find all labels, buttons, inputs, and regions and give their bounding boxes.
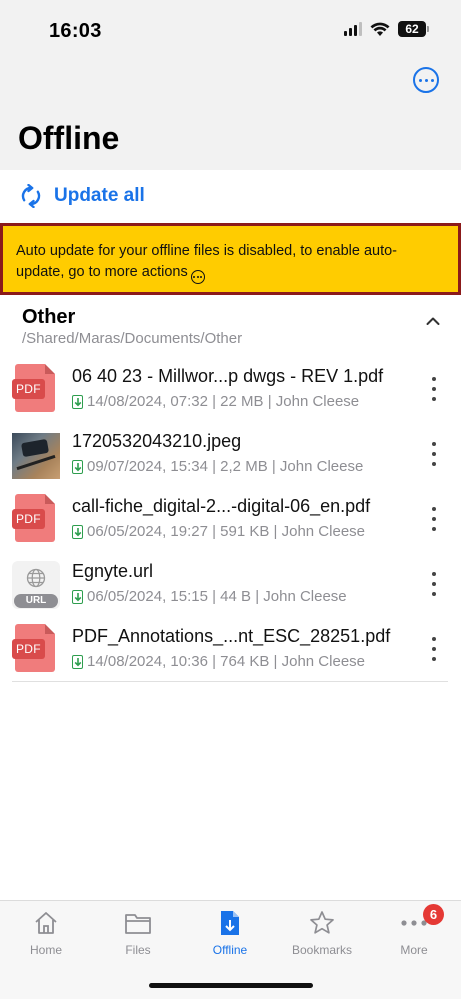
pdf-file-icon: PDF (12, 494, 60, 542)
tab-home[interactable]: Home (6, 909, 86, 957)
file-options-button[interactable] (429, 507, 439, 531)
file-row[interactable]: URL Egnyte.url 06/05/2024, 15:15 | 44 B … (12, 553, 461, 618)
folder-icon (125, 914, 151, 934)
downloaded-icon (72, 459, 83, 474)
offline-file-icon (221, 911, 239, 935)
file-name: call-fiche_digital-2...-digital-06_en.pd… (72, 496, 371, 516)
file-options-button[interactable] (429, 442, 439, 466)
notification-badge: 6 (423, 904, 444, 925)
tab-offline-label: Offline (212, 943, 248, 957)
file-options-button[interactable] (429, 377, 439, 401)
status-time: 16:03 (49, 20, 102, 42)
file-row[interactable]: PDF 06 40 23 - Millwor...p dwgs - REV 1.… (12, 358, 461, 423)
header-area: 16:03 62 Offline (0, 0, 461, 170)
signal-icon (344, 22, 362, 36)
auto-update-banner: Auto update for your offline files is di… (0, 223, 461, 295)
tab-more-label: More (400, 943, 428, 957)
tab-home-label: Home (29, 943, 62, 957)
tab-bookmarks[interactable]: Bookmarks (282, 909, 362, 957)
page-title: Offline (18, 120, 120, 156)
file-row[interactable]: 1720532043210.jpeg 09/07/2024, 15:34 | 2… (12, 423, 461, 488)
banner-text: Auto update for your offline files is di… (16, 243, 398, 280)
file-row[interactable]: PDF PDF_Annotations_...nt_ESC_28251.pdf … (12, 618, 461, 683)
file-name: PDF_Annotations_...nt_ESC_28251.pdf (72, 626, 391, 646)
file-meta: 06/05/2024, 15:15 | 44 B | John Cleese (72, 588, 347, 605)
file-name: Egnyte.url (72, 561, 154, 581)
chevron-up-icon[interactable] (426, 316, 440, 326)
image-thumbnail (12, 429, 60, 479)
file-options-button[interactable] (429, 572, 439, 596)
downloaded-icon (72, 654, 83, 669)
pdf-file-icon: PDF (12, 624, 60, 672)
update-all-button[interactable]: Update all (0, 170, 461, 222)
status-bar: 16:03 62 (0, 0, 461, 56)
downloaded-icon (72, 589, 83, 604)
refresh-icon (21, 184, 41, 208)
section-title: Other (22, 306, 76, 328)
list-divider (12, 681, 448, 682)
downloaded-icon (72, 524, 83, 539)
file-list: PDF 06 40 23 - Millwor...p dwgs - REV 1.… (12, 358, 461, 683)
file-name: 1720532043210.jpeg (72, 431, 242, 451)
home-icon (35, 912, 57, 934)
tab-bookmarks-label: Bookmarks (291, 943, 353, 957)
file-meta: 06/05/2024, 19:27 | 591 KB | John Cleese (72, 523, 365, 540)
home-indicator (149, 983, 313, 988)
tab-offline[interactable]: Offline (190, 909, 270, 957)
more-actions-button[interactable] (413, 67, 439, 93)
star-icon (310, 911, 334, 934)
more-actions-icon (190, 270, 205, 284)
wifi-icon (370, 22, 390, 36)
tab-files-label: Files (125, 943, 151, 957)
file-row[interactable]: PDF call-fiche_digital-2...-digital-06_e… (12, 488, 461, 553)
battery-level: 62 (398, 21, 426, 37)
tab-files[interactable]: Files (98, 909, 178, 957)
update-all-label: Update all (54, 185, 145, 206)
file-meta: 09/07/2024, 15:34 | 2,2 MB | John Cleese (72, 458, 363, 475)
pdf-file-icon: PDF (12, 364, 60, 412)
file-name: 06 40 23 - Millwor...p dwgs - REV 1.pdf (72, 366, 384, 386)
globe-icon (26, 568, 46, 588)
battery-icon: 62 (398, 21, 429, 37)
url-file-icon: URL (12, 559, 60, 609)
section-header[interactable]: Other /Shared/Maras/Documents/Other (22, 306, 442, 347)
file-options-button[interactable] (429, 637, 439, 661)
status-icons: 62 (344, 21, 429, 37)
downloaded-icon (72, 394, 83, 409)
file-meta: 14/08/2024, 07:32 | 22 MB | John Cleese (72, 393, 359, 410)
file-meta: 14/08/2024, 10:36 | 764 KB | John Cleese (72, 653, 365, 670)
section-path: /Shared/Maras/Documents/Other (22, 330, 243, 347)
